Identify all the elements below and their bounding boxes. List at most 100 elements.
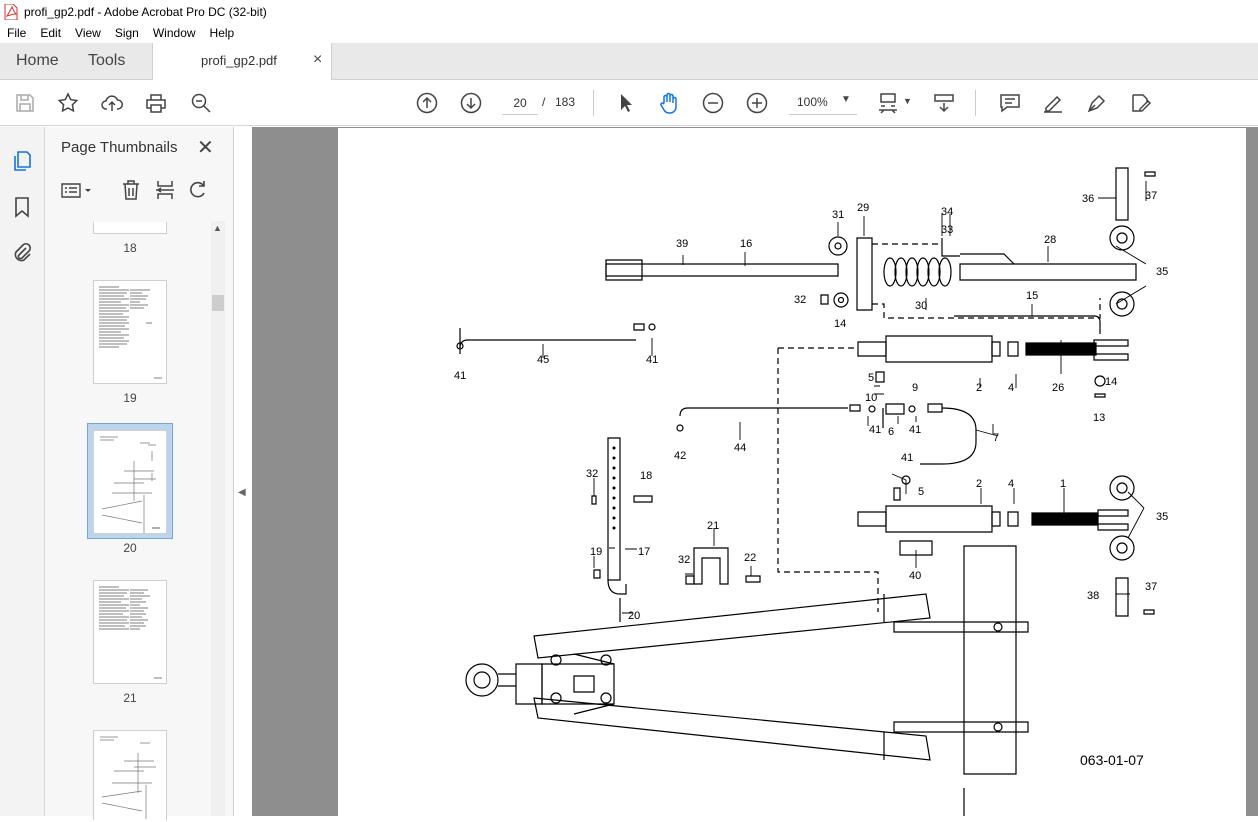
bookmarks-icon[interactable] xyxy=(10,195,34,219)
callout-40: 40 xyxy=(909,570,922,582)
edit-document-icon[interactable] xyxy=(1129,91,1153,115)
document-view[interactable]: 1 2 2 4 4 5 5 6 7 9 10 13 14 14 15 16 17 18 19 20 21 22 26 28 29… xyxy=(252,127,1258,816)
left-rail xyxy=(0,127,45,816)
bookmark-star-icon[interactable] xyxy=(56,91,80,115)
callout-38: 38 xyxy=(1087,590,1100,602)
bar-28 xyxy=(959,263,1137,281)
callout-41: 41 xyxy=(454,370,467,382)
callout-29: 29 xyxy=(857,202,870,214)
options-menu-icon[interactable] xyxy=(59,178,95,202)
bracket-36 xyxy=(1115,167,1129,221)
page-fit-icon[interactable] xyxy=(876,91,900,115)
page-thumbnail-19[interactable] xyxy=(93,280,167,384)
document-tab-label: profi_gp2.pdf xyxy=(201,53,277,68)
close-panel-button[interactable]: ✕ xyxy=(197,135,214,160)
callout-18: 18 xyxy=(640,470,653,482)
zoom-in-icon[interactable] xyxy=(745,91,769,115)
menu-edit[interactable]: Edit xyxy=(33,26,68,40)
callout-16: 16 xyxy=(740,238,753,250)
print-icon[interactable] xyxy=(144,91,168,115)
callout-15: 15 xyxy=(1026,290,1039,302)
thumbnail-label: 18 xyxy=(123,241,137,255)
toolbar-divider xyxy=(593,90,594,116)
rod-16 xyxy=(605,263,839,277)
callout-33: 33 xyxy=(941,224,954,236)
page-thumbnail-20[interactable] xyxy=(93,430,167,534)
page-number-input[interactable] xyxy=(502,91,538,115)
comment-icon[interactable] xyxy=(998,91,1022,115)
callout-19: 19 xyxy=(590,546,603,558)
callout-32: 32 xyxy=(794,294,807,306)
callout-44: 44 xyxy=(734,442,747,454)
callout-17: 17 xyxy=(638,546,651,558)
page-thumbnails-icon[interactable] xyxy=(10,149,34,173)
attachment-icon[interactable] xyxy=(10,241,34,265)
search-icon[interactable] xyxy=(189,91,213,115)
delete-page-icon[interactable] xyxy=(119,178,143,202)
chevron-down-icon: ▼ xyxy=(841,94,851,105)
highlight-pen-icon[interactable] xyxy=(1041,91,1065,115)
callout-45: 45 xyxy=(537,354,550,366)
main-toolbar: / 183 100% ▼ ▼ xyxy=(0,80,1258,126)
callout-41: 41 xyxy=(901,452,914,464)
tab-bar: Home Tools profi_gp2.pdf × xyxy=(0,43,1258,81)
menu-view[interactable]: View xyxy=(68,26,108,40)
callout-30: 30 xyxy=(915,300,928,312)
scrollbar-thumb[interactable] xyxy=(212,295,224,311)
thumbnail-scrollbar[interactable]: ▲ xyxy=(211,221,225,816)
page-thumbnail-18[interactable] xyxy=(93,222,167,234)
thumbnail-label: 21 xyxy=(123,691,137,705)
panel-title: Page Thumbnails xyxy=(61,139,178,156)
menu-sign[interactable]: Sign xyxy=(108,26,146,40)
window-title: profi_gp2.pdf - Adobe Acrobat Pro DC (32… xyxy=(24,4,267,19)
callout-10: 10 xyxy=(865,392,878,404)
thumbnail-label: 19 xyxy=(123,391,137,405)
next-page-icon[interactable] xyxy=(459,91,483,115)
menu-window[interactable]: Window xyxy=(146,26,203,40)
title-bar: profi_gp2.pdf - Adobe Acrobat Pro DC (32… xyxy=(0,0,1258,23)
insert-page-icon[interactable] xyxy=(153,178,177,202)
callout-32: 32 xyxy=(678,554,691,566)
rotate-icon[interactable] xyxy=(186,178,210,202)
callout-14: 14 xyxy=(834,318,847,330)
callout-13: 13 xyxy=(1093,412,1106,424)
upload-cloud-icon[interactable] xyxy=(100,91,124,115)
zoom-dropdown[interactable]: 100% ▼ xyxy=(789,91,857,115)
scroll-up-icon[interactable]: ▲ xyxy=(213,223,222,233)
panel-toolbar xyxy=(45,173,233,209)
thumbnail-label: 20 xyxy=(123,541,137,555)
callout-28: 28 xyxy=(1044,234,1057,246)
tab-document[interactable]: profi_gp2.pdf × xyxy=(152,43,332,81)
tab-tools[interactable]: Tools xyxy=(88,43,125,79)
save-icon[interactable] xyxy=(13,91,37,115)
hand-tool-icon[interactable] xyxy=(657,91,681,115)
scroll-mode-icon[interactable] xyxy=(932,91,956,115)
callout-4: 4 xyxy=(1008,478,1015,490)
callout-32: 32 xyxy=(586,468,599,480)
chevron-down-icon[interactable]: ▼ xyxy=(903,96,912,106)
pdf-file-icon xyxy=(4,3,18,20)
select-cursor-icon[interactable] xyxy=(613,91,637,115)
parts-diagram xyxy=(338,128,1156,816)
zoom-out-icon[interactable] xyxy=(701,91,725,115)
tab-home[interactable]: Home xyxy=(16,43,59,79)
bracket-21 xyxy=(693,547,729,585)
washer-31 xyxy=(828,236,848,256)
plate-29 xyxy=(856,237,873,311)
menu-file[interactable]: File xyxy=(0,26,33,40)
cylinder-2 xyxy=(885,335,993,363)
page-thumbnail-21[interactable] xyxy=(93,580,167,684)
document-scrollbar[interactable] xyxy=(1246,127,1258,816)
callout-26: 26 xyxy=(1052,382,1065,394)
menu-help[interactable]: Help xyxy=(203,26,242,40)
callout-22: 22 xyxy=(744,552,757,564)
callout-39: 39 xyxy=(676,238,689,250)
callout-35: 35 xyxy=(1156,266,1169,278)
previous-page-icon[interactable] xyxy=(415,91,439,115)
collapse-panel-handle[interactable]: ◀ xyxy=(238,487,246,498)
callout-14: 14 xyxy=(1105,376,1118,388)
close-tab-button[interactable]: × xyxy=(313,51,322,69)
callout-4: 4 xyxy=(1008,382,1015,394)
page-thumbnail-22[interactable] xyxy=(93,730,167,820)
sign-pen-icon[interactable] xyxy=(1085,91,1109,115)
